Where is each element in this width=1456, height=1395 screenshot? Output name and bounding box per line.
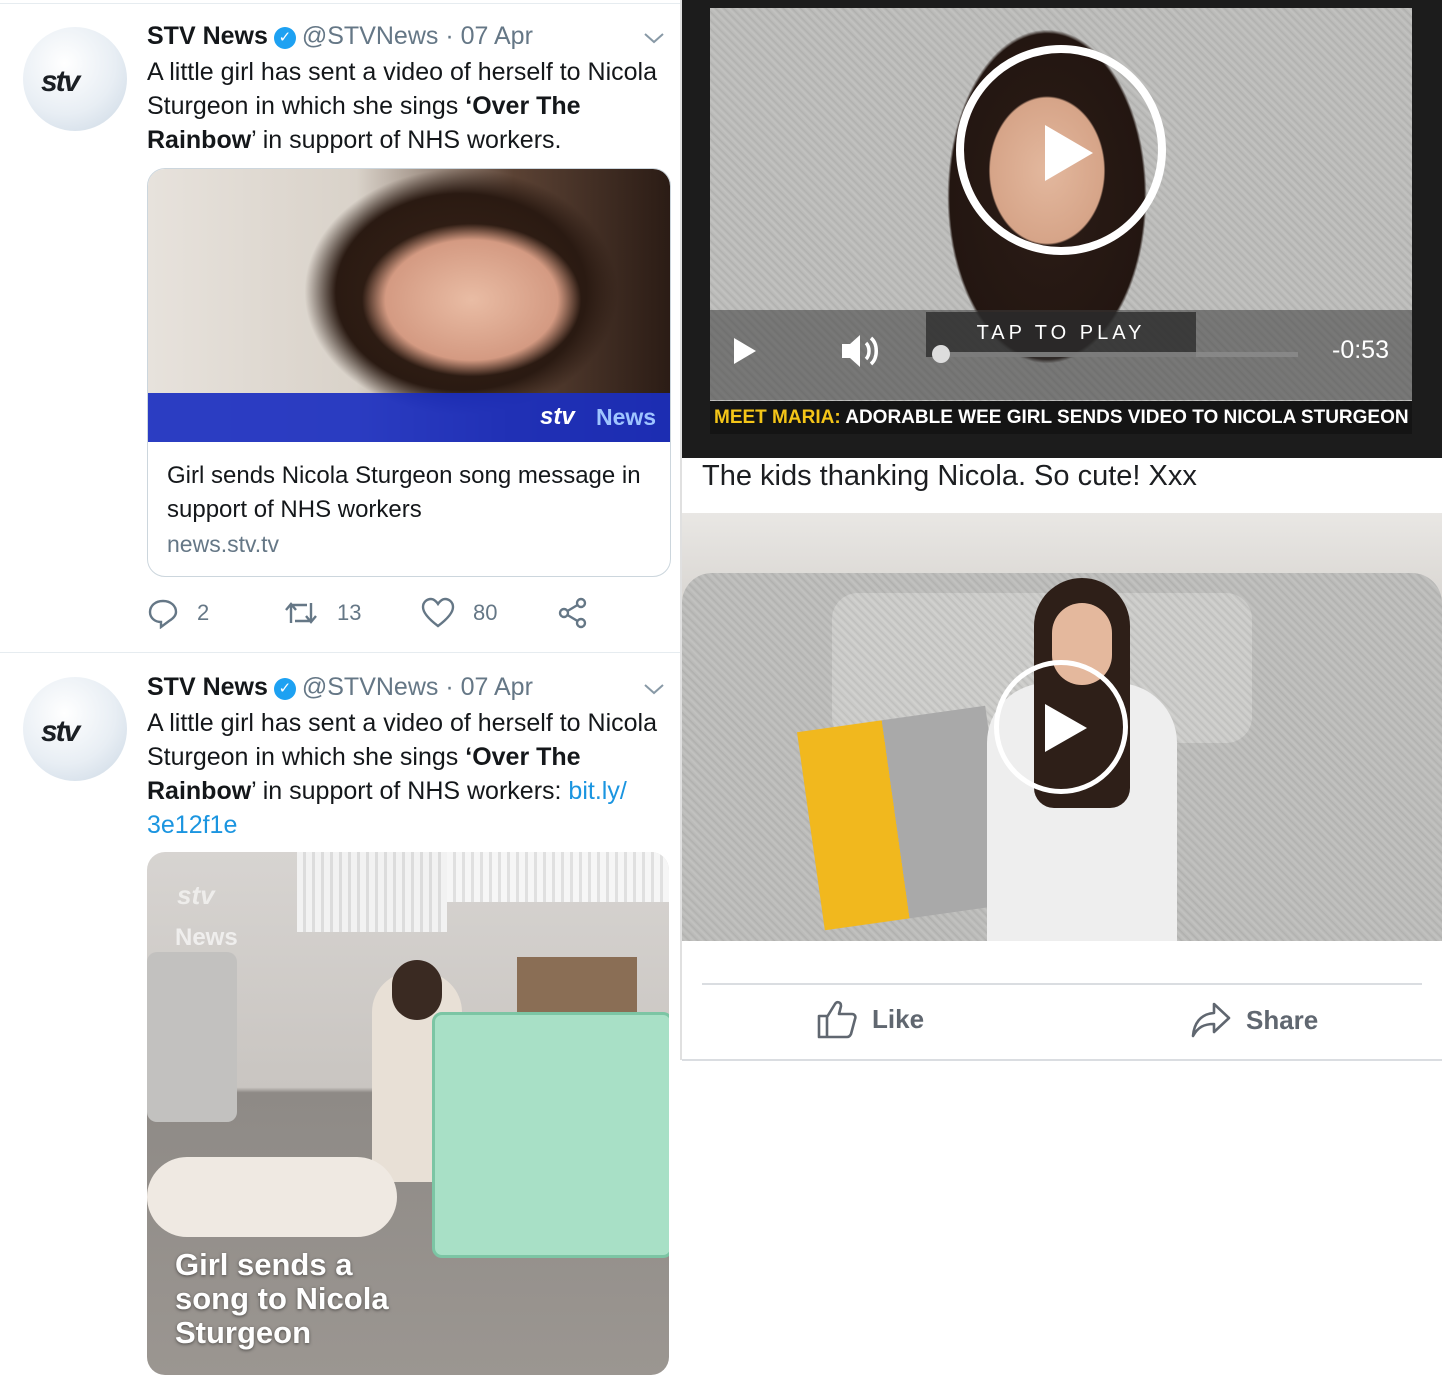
tweet-text: A little girl has sent a video of hersel… bbox=[147, 58, 657, 154]
author-handle[interactable]: @STVNews bbox=[302, 22, 439, 50]
card-title: Girl sends Nicola Sturgeon song message … bbox=[167, 462, 641, 523]
card-domain: news.stv.tv bbox=[167, 531, 280, 557]
like-label: Like bbox=[872, 1003, 925, 1034]
play-icon bbox=[1045, 704, 1087, 752]
toy-ice-cream-van bbox=[432, 1012, 669, 1258]
share-button[interactable] bbox=[557, 597, 589, 629]
author-handle[interactable]: @STVNews bbox=[302, 673, 439, 701]
yellow-pillow bbox=[797, 705, 1013, 931]
girl-hair bbox=[392, 960, 442, 1020]
stv-logo: stv bbox=[41, 715, 80, 748]
tweet-date[interactable]: · 07 Apr bbox=[445, 22, 533, 50]
play-control-icon[interactable] bbox=[734, 338, 756, 364]
window-blinds bbox=[297, 852, 447, 932]
media-brand: News bbox=[175, 924, 238, 951]
retweet-count: 13 bbox=[337, 600, 362, 625]
verified-badge-icon: ✓ bbox=[273, 27, 296, 49]
heart-icon bbox=[421, 597, 455, 628]
progress-handle[interactable] bbox=[932, 345, 950, 363]
window-blinds bbox=[447, 852, 669, 902]
play-icon bbox=[1045, 125, 1093, 181]
pane-separator bbox=[680, 0, 682, 1060]
fb-actions-bottom-divider bbox=[682, 1059, 1442, 1061]
chevron-down-icon[interactable] bbox=[642, 677, 666, 701]
fb-video-1[interactable]: TAP TO PLAY -0:53 MEET MARIA: ADORABLE W… bbox=[682, 0, 1442, 458]
video-caption: Girl sends a song to Nicola Sturgeon bbox=[175, 1247, 389, 1350]
stv-news-band: stv News bbox=[148, 393, 670, 442]
share-button[interactable]: Share bbox=[1190, 1000, 1318, 1040]
like-button[interactable]: 80 bbox=[421, 597, 497, 629]
retweet-icon bbox=[285, 602, 317, 624]
news-banner: MEET MARIA: ADORABLE WEE GIRL SENDS VIDE… bbox=[710, 401, 1412, 434]
reply-icon bbox=[148, 599, 178, 629]
stv-watermark: stv bbox=[177, 880, 215, 910]
verified-badge-icon: ✓ bbox=[273, 678, 296, 700]
thumbs-up-icon bbox=[817, 1000, 857, 1039]
tweet-text: A little girl has sent a video of hersel… bbox=[147, 709, 657, 839]
reply-button[interactable]: 2 bbox=[147, 597, 209, 629]
post-text: The kids thanking Nicola. So cute! Xxx bbox=[702, 460, 1197, 492]
share-arrow-icon bbox=[1191, 1002, 1231, 1038]
reply-count: 2 bbox=[197, 600, 210, 625]
author-name[interactable]: STV News bbox=[147, 22, 268, 50]
tweet-header: STV News ✓ @STVNews · 07 Apr bbox=[147, 673, 533, 709]
banner-prefix: MEET MARIA: bbox=[714, 407, 841, 428]
fb-post: TAP TO PLAY -0:53 MEET MARIA: ADORABLE W… bbox=[682, 0, 1442, 1395]
stv-logo: stv bbox=[41, 65, 80, 98]
dog bbox=[147, 1157, 397, 1237]
author-name[interactable]: STV News bbox=[147, 673, 268, 701]
volume-icon[interactable] bbox=[840, 332, 882, 370]
tweet-header: STV News ✓ @STVNews · 07 Apr bbox=[147, 22, 533, 58]
tweet-date[interactable]: · 07 Apr bbox=[445, 673, 533, 701]
like-count: 80 bbox=[473, 600, 498, 625]
card-brand: News bbox=[596, 404, 657, 430]
fb-video-2[interactable] bbox=[682, 513, 1442, 941]
tweet-1[interactable]: stv STV News ✓ @STVNews · 07 Apr A little … bbox=[0, 0, 680, 652]
tweet-actions: 2 13 80 bbox=[147, 597, 647, 637]
banner-text: ADORABLE WEE GIRL SENDS VIDEO TO NICOLA … bbox=[845, 407, 1409, 428]
fb-actions-divider bbox=[702, 983, 1422, 985]
avatar[interactable]: stv bbox=[23, 677, 127, 781]
retweet-button[interactable]: 13 bbox=[283, 597, 361, 629]
time-remaining: -0:53 bbox=[1332, 336, 1389, 364]
share-label: Share bbox=[1246, 1004, 1319, 1035]
like-button[interactable]: Like bbox=[816, 998, 924, 1040]
stv-logo: stv bbox=[540, 403, 575, 430]
progress-track[interactable] bbox=[938, 352, 1298, 357]
avatar[interactable]: stv bbox=[23, 27, 127, 131]
armchair bbox=[147, 952, 237, 1122]
link-card[interactable]: stv News Girl sends Nicola Sturgeon song… bbox=[147, 168, 671, 577]
video-media[interactable]: stv News Girl sends a song to Nicola Stu… bbox=[147, 852, 669, 1375]
tweet-2[interactable]: stv STV News ✓ @STVNews · 07 Apr A little … bbox=[0, 653, 680, 1395]
chevron-down-icon[interactable] bbox=[642, 26, 666, 50]
share-icon bbox=[558, 597, 587, 629]
tap-to-play-label: TAP TO PLAY bbox=[976, 322, 1146, 344]
divider bbox=[0, 3, 680, 4]
